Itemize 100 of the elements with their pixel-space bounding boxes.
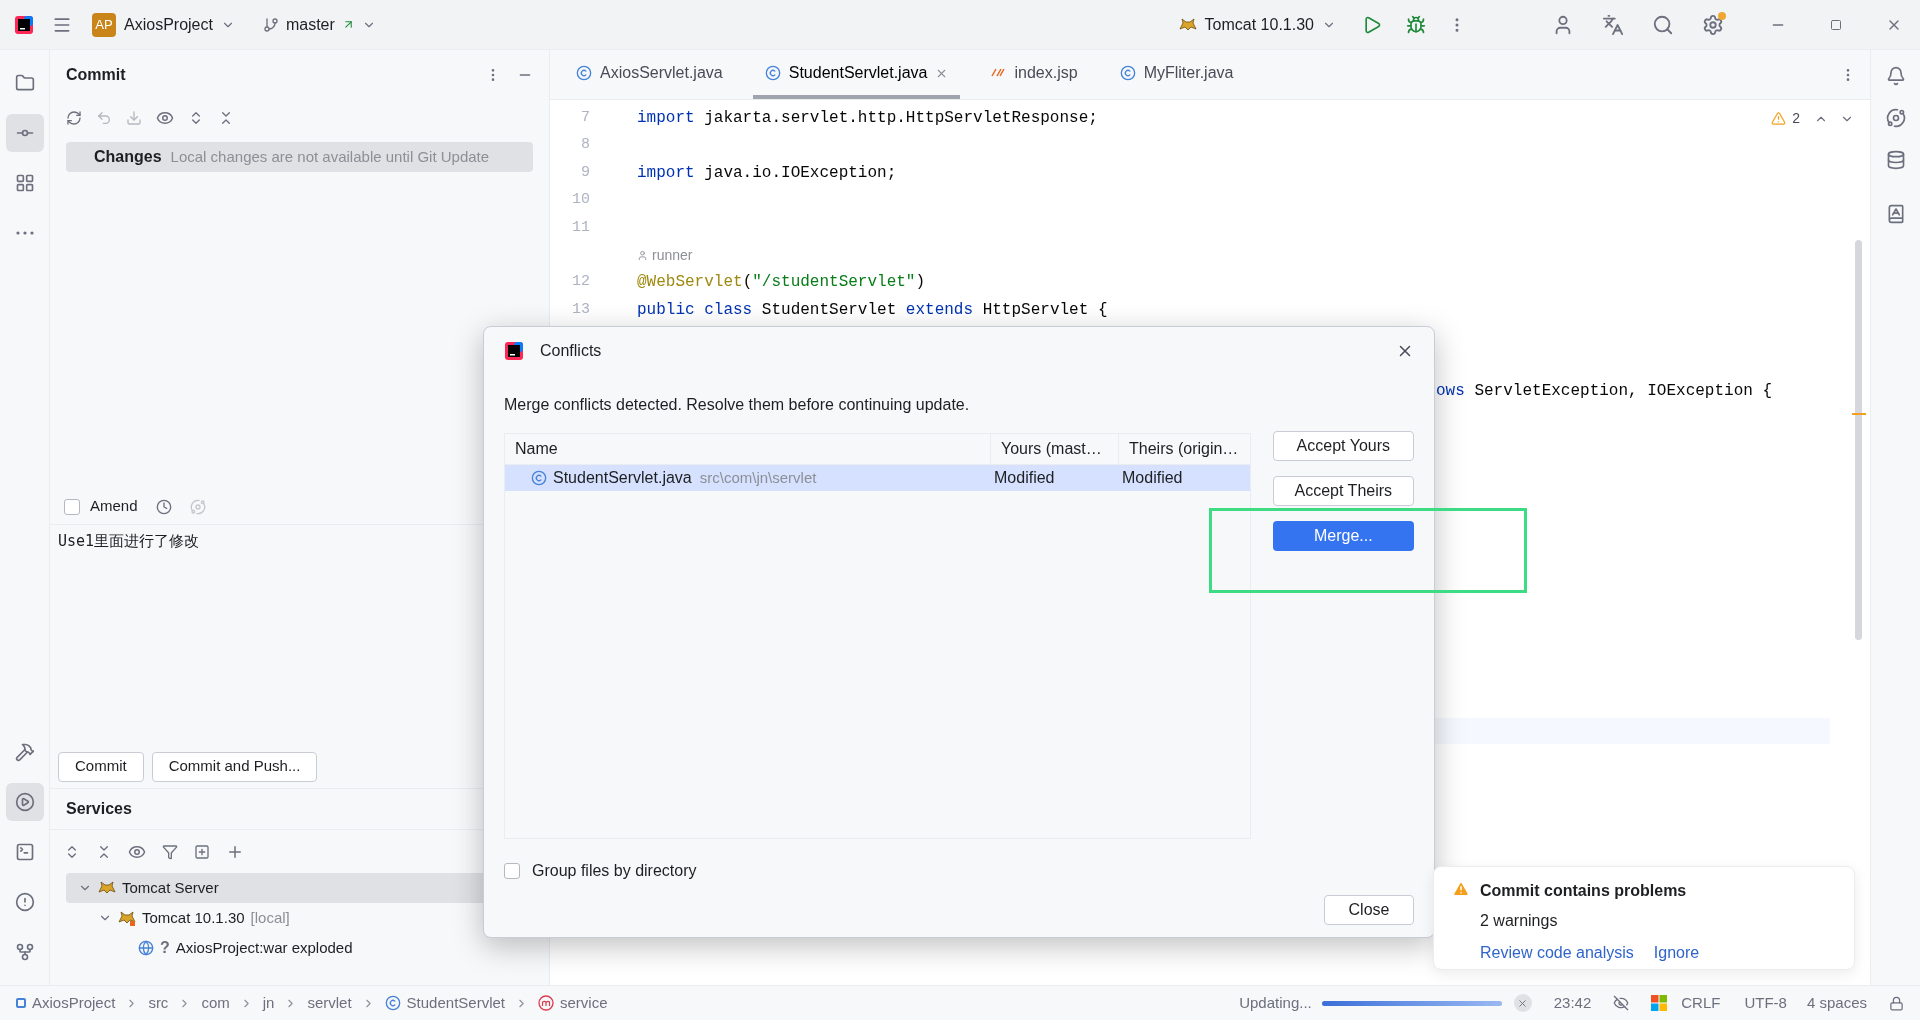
line-number: 13 [571,299,590,320]
dialog-button[interactable]: Accept Theirs [1272,476,1414,506]
line-number: 12 [571,272,590,292]
editor-tab[interactable]: AxiosServlet.java [564,51,735,99]
lock-icon[interactable] [1889,995,1904,1011]
line-number: 9 [580,162,590,183]
column-header[interactable]: Name [505,434,990,464]
class-icon [384,995,401,1011]
amend-checkbox[interactable] [64,498,80,515]
class-icon [1119,65,1136,81]
run-config-name: Tomcat 10.1.30 [1204,14,1314,35]
new-tab-icon[interactable] [194,843,210,860]
editor-tab[interactable]: StudentServlet.java [752,51,961,99]
terminal-icon [14,842,35,862]
cancel-button[interactable] [1513,994,1532,1012]
project-selector[interactable]: AP AxiosProject [92,12,235,37]
eye-off-icon[interactable] [1613,995,1630,1011]
panel-title: Commit [66,65,126,85]
project-name: AxiosProject [124,14,213,35]
warning-icon [1452,880,1470,898]
code-line: import jakarta.servlet.http.HttpServletResponse; [637,107,1098,129]
close-button[interactable]: Close [1324,895,1414,925]
module-icon [16,998,26,1008]
column-header[interactable]: Theirs (origin… [1118,434,1250,464]
database-icon[interactable] [1885,150,1906,170]
tree-row[interactable]: Tomcat 10.1.30 [local] [66,903,533,933]
changes-label: Changes [94,147,162,167]
cat-icon [118,910,136,926]
run-icon[interactable] [1362,14,1382,35]
settings-icon[interactable] [1702,13,1724,36]
windows-logo-icon [1651,995,1668,1011]
column-header[interactable]: Yours (mast… [990,434,1118,464]
cat-icon [1178,16,1197,33]
tree-label: Tomcat Server [122,877,219,898]
line-separator[interactable]: CRLF [1681,991,1721,1015]
tree-row[interactable]: ? AxiosProject:war exploded [66,933,533,963]
structure-icon [14,173,35,193]
editor-tab[interactable]: MyFliter.java [1107,51,1246,99]
cat-icon [98,880,116,896]
class-icon [576,65,592,81]
breadcrumb[interactable]: service [538,991,608,1015]
dialog-button[interactable]: Accept Yours [1272,431,1414,461]
run-config-selector[interactable]: Tomcat 10.1.30 [1178,12,1336,37]
class-icon [764,65,781,81]
app-logo-icon[interactable] [14,14,34,35]
line-number: 10 [571,190,590,210]
commit-button[interactable]: Commit and Push... [151,751,318,782]
line-number: 8 [580,135,590,155]
changes-row[interactable]: Changes Local changes are not available until Git Update [66,142,533,172]
status-mark: ? [160,938,170,958]
debug-icon[interactable] [1406,14,1426,35]
translate-icon[interactable] [1602,13,1624,36]
search-icon[interactable] [1652,13,1674,36]
project-badge: AP [92,12,116,37]
breadcrumb[interactable]: AxiosProject [16,991,116,1015]
scrollbar-thumb[interactable] [1855,240,1862,640]
branch-selector[interactable]: master [262,12,376,37]
restore-icon[interactable] [1830,18,1842,31]
history-icon[interactable] [155,498,172,515]
table-row[interactable]: StudentServlet.java src\com\jn\servlet Modified Modified [505,465,1250,491]
dialog-title: Conflicts [540,341,602,361]
indent[interactable]: 4 spaces [1806,991,1867,1015]
more-icon [15,231,34,235]
class-icon [531,470,547,486]
notification-detail: 2 warnings [1480,911,1559,931]
breadcrumb[interactable]: servlet [307,991,352,1015]
code-line: @WebServlet("/studentServlet") [637,272,926,294]
filter-icon[interactable] [162,843,178,860]
notification-link[interactable]: Ignore [1653,941,1700,965]
services-icon [14,792,35,812]
web-module-icon [138,940,154,956]
commit-button[interactable]: Commit [58,751,144,782]
app-logo-icon[interactable] [504,341,524,361]
amend-label: Amend [90,496,138,517]
tool-window-button[interactable] [5,114,44,152]
inspection-widget[interactable]: 2 [1771,108,1854,129]
method-icon [538,995,554,1011]
caret-position[interactable]: 23:42 [1553,991,1592,1015]
breadcrumb[interactable]: src [148,991,169,1015]
line-number: 11 [571,217,590,238]
group-label: Group files by directory [532,861,697,881]
group-checkbox[interactable] [504,863,520,879]
folder-icon [14,73,35,93]
ai-icon[interactable] [1885,108,1906,128]
dialog-button[interactable]: Merge... [1272,521,1414,551]
encoding[interactable]: UTF-8 [1744,991,1787,1015]
breadcrumb[interactable]: StudentServlet [384,991,505,1015]
breadcrumb[interactable]: jn [262,991,275,1015]
breadcrumb[interactable]: com [201,991,230,1015]
tree-label: AxiosProject:war exploded [175,937,353,958]
editor-tab[interactable]: index.jsp [978,51,1090,99]
tool-window-button[interactable] [5,783,44,821]
git-icon [14,942,35,962]
tree-label: Tomcat 10.1.30 [142,907,245,928]
eye-icon[interactable] [156,109,174,127]
table-cell-text: Modified [1121,468,1184,488]
notification-link[interactable]: Review code analysis [1480,941,1634,965]
notifications-icon[interactable] [1885,66,1906,86]
refresh-icon[interactable] [66,110,82,126]
panel-title: Services [66,799,132,819]
